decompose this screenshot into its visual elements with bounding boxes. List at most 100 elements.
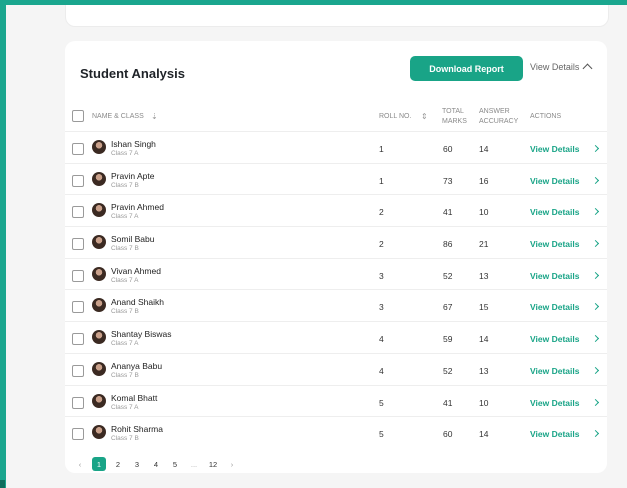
answer-accuracy: 14	[479, 429, 489, 440]
pagination-ellipsis: ...	[190, 459, 198, 469]
page-button-12[interactable]: 12	[206, 457, 220, 471]
row-checkbox[interactable]	[72, 143, 84, 155]
view-details-link[interactable]: View Details	[530, 271, 579, 281]
student-class: Class 7 B	[111, 308, 139, 316]
avatar	[92, 330, 106, 345]
row-checkbox[interactable]	[72, 428, 84, 441]
view-details-toggle-label: View Details	[530, 62, 580, 72]
roll-no: 3	[379, 270, 384, 281]
table-row: Anand Shaikh Class 7 B 3 67 15 View Deta…	[65, 289, 607, 321]
view-details-link[interactable]: View Details	[530, 176, 579, 186]
table-row: Pravin Apte Class 7 B 1 73 16 View Detai…	[65, 162, 607, 195]
header-total-marks-line2: MARKS	[442, 118, 467, 125]
select-all-checkbox[interactable]	[72, 110, 84, 122]
roll-no: 3	[379, 302, 384, 313]
header-roll-no: ROLL NO.	[379, 113, 412, 120]
avatar	[92, 235, 106, 250]
table-row: Pravin Ahmed Class 7 A 2 41 10 View Deta…	[65, 194, 607, 226]
page-button-4[interactable]: 4	[149, 457, 163, 471]
avatar	[92, 361, 106, 376]
chevron-up-icon	[582, 63, 593, 74]
avatar	[92, 266, 106, 281]
answer-accuracy: 13	[479, 270, 489, 281]
row-checkbox[interactable]	[72, 174, 84, 187]
table-header: NAME & CLASS ⇣ ROLL NO. ⇕ TOTAL MARKS AN…	[65, 101, 607, 131]
row-checkbox[interactable]	[72, 238, 84, 251]
chevron-right-icon[interactable]	[591, 398, 600, 406]
row-checkbox[interactable]	[72, 269, 84, 282]
view-details-toggle[interactable]: View Details	[530, 62, 593, 74]
student-name: Rohit Sharma	[111, 424, 163, 435]
table-row: Shantay Biswas Class 7 A 4 59 14 View De…	[65, 321, 607, 353]
student-name: Komal Bhatt	[111, 392, 158, 403]
chevron-right-icon[interactable]	[591, 208, 600, 216]
total-marks: 67	[443, 302, 453, 313]
view-details-link[interactable]: View Details	[530, 144, 579, 154]
table-row: Rohit Sharma Class 7 B 5 60 14 View Deta…	[65, 416, 607, 448]
avatar	[92, 393, 106, 408]
row-checkbox[interactable]	[72, 333, 84, 346]
avatar	[92, 140, 106, 154]
answer-accuracy: 10	[479, 397, 489, 408]
student-class: Class 7 B	[111, 181, 139, 189]
pagination: ‹ 1 2 3 4 5 ... 12 ›	[73, 457, 244, 471]
roll-no: 5	[379, 429, 384, 440]
answer-accuracy: 15	[479, 302, 489, 313]
chevron-right-icon[interactable]	[591, 430, 600, 438]
view-details-link[interactable]: View Details	[530, 302, 579, 312]
view-details-link[interactable]: View Details	[530, 239, 579, 249]
total-marks: 52	[443, 270, 453, 281]
total-marks: 60	[443, 429, 453, 440]
answer-accuracy: 14	[479, 144, 489, 154]
row-checkbox[interactable]	[72, 364, 84, 377]
student-class: Class 7 B	[111, 371, 139, 379]
view-details-link[interactable]: View Details	[530, 429, 579, 439]
student-name: Vivan Ahmed	[111, 265, 161, 276]
answer-accuracy: 10	[479, 207, 489, 218]
total-marks: 73	[443, 175, 453, 186]
row-checkbox[interactable]	[72, 206, 84, 219]
view-details-link[interactable]: View Details	[530, 366, 579, 376]
sort-updown-icon[interactable]: ⇕	[421, 112, 428, 121]
total-marks: 41	[443, 397, 453, 408]
answer-accuracy: 16	[479, 175, 489, 186]
student-table-body: Ishan Singh Class 7 A 1 60 14 View Detai…	[65, 131, 607, 448]
sort-down-icon[interactable]: ⇣	[151, 112, 158, 121]
chevron-right-icon[interactable]	[591, 335, 600, 343]
table-row: Ishan Singh Class 7 A 1 60 14 View Detai…	[65, 131, 607, 163]
chevron-right-icon[interactable]	[591, 303, 600, 311]
table-row: Komal Bhatt Class 7 A 5 41 10 View Detai…	[65, 384, 607, 417]
chevron-right-icon[interactable]	[591, 240, 600, 248]
header-actions: ACTIONS	[530, 113, 562, 120]
avatar	[92, 425, 106, 440]
top-summary-card	[65, 5, 609, 27]
student-class: Class 7 B	[111, 435, 139, 443]
total-marks: 41	[443, 207, 453, 218]
download-report-button[interactable]: Download Report	[410, 56, 523, 81]
page-button-5[interactable]: 5	[168, 457, 182, 471]
student-class: Class 7 A	[111, 276, 139, 284]
roll-no: 2	[379, 207, 384, 218]
header-total-marks-line1: TOTAL	[442, 108, 464, 115]
view-details-link[interactable]: View Details	[530, 398, 579, 408]
page-button-2[interactable]: 2	[111, 457, 125, 471]
chevron-right-icon[interactable]	[591, 366, 600, 374]
answer-accuracy: 13	[479, 365, 489, 376]
row-checkbox[interactable]	[72, 396, 84, 409]
chevron-right-icon[interactable]	[591, 144, 600, 153]
chevron-right-icon[interactable]	[591, 271, 600, 279]
chevron-right-icon[interactable]	[591, 176, 600, 184]
header-accuracy-line2: ACCURACY	[479, 118, 519, 125]
row-checkbox[interactable]	[72, 301, 84, 314]
total-marks: 60	[443, 144, 453, 154]
avatar	[92, 171, 106, 186]
view-details-link[interactable]: View Details	[530, 207, 579, 217]
roll-no: 4	[379, 334, 384, 345]
page-button-3[interactable]: 3	[130, 457, 144, 471]
app-frame: Student Analysis Download Report View De…	[6, 5, 627, 488]
next-page-button[interactable]: ›	[225, 457, 239, 471]
prev-page-button[interactable]: ‹	[73, 457, 87, 471]
page-button-1[interactable]: 1	[92, 457, 106, 471]
student-class: Class 7 A	[111, 403, 139, 411]
view-details-link[interactable]: View Details	[530, 334, 579, 344]
